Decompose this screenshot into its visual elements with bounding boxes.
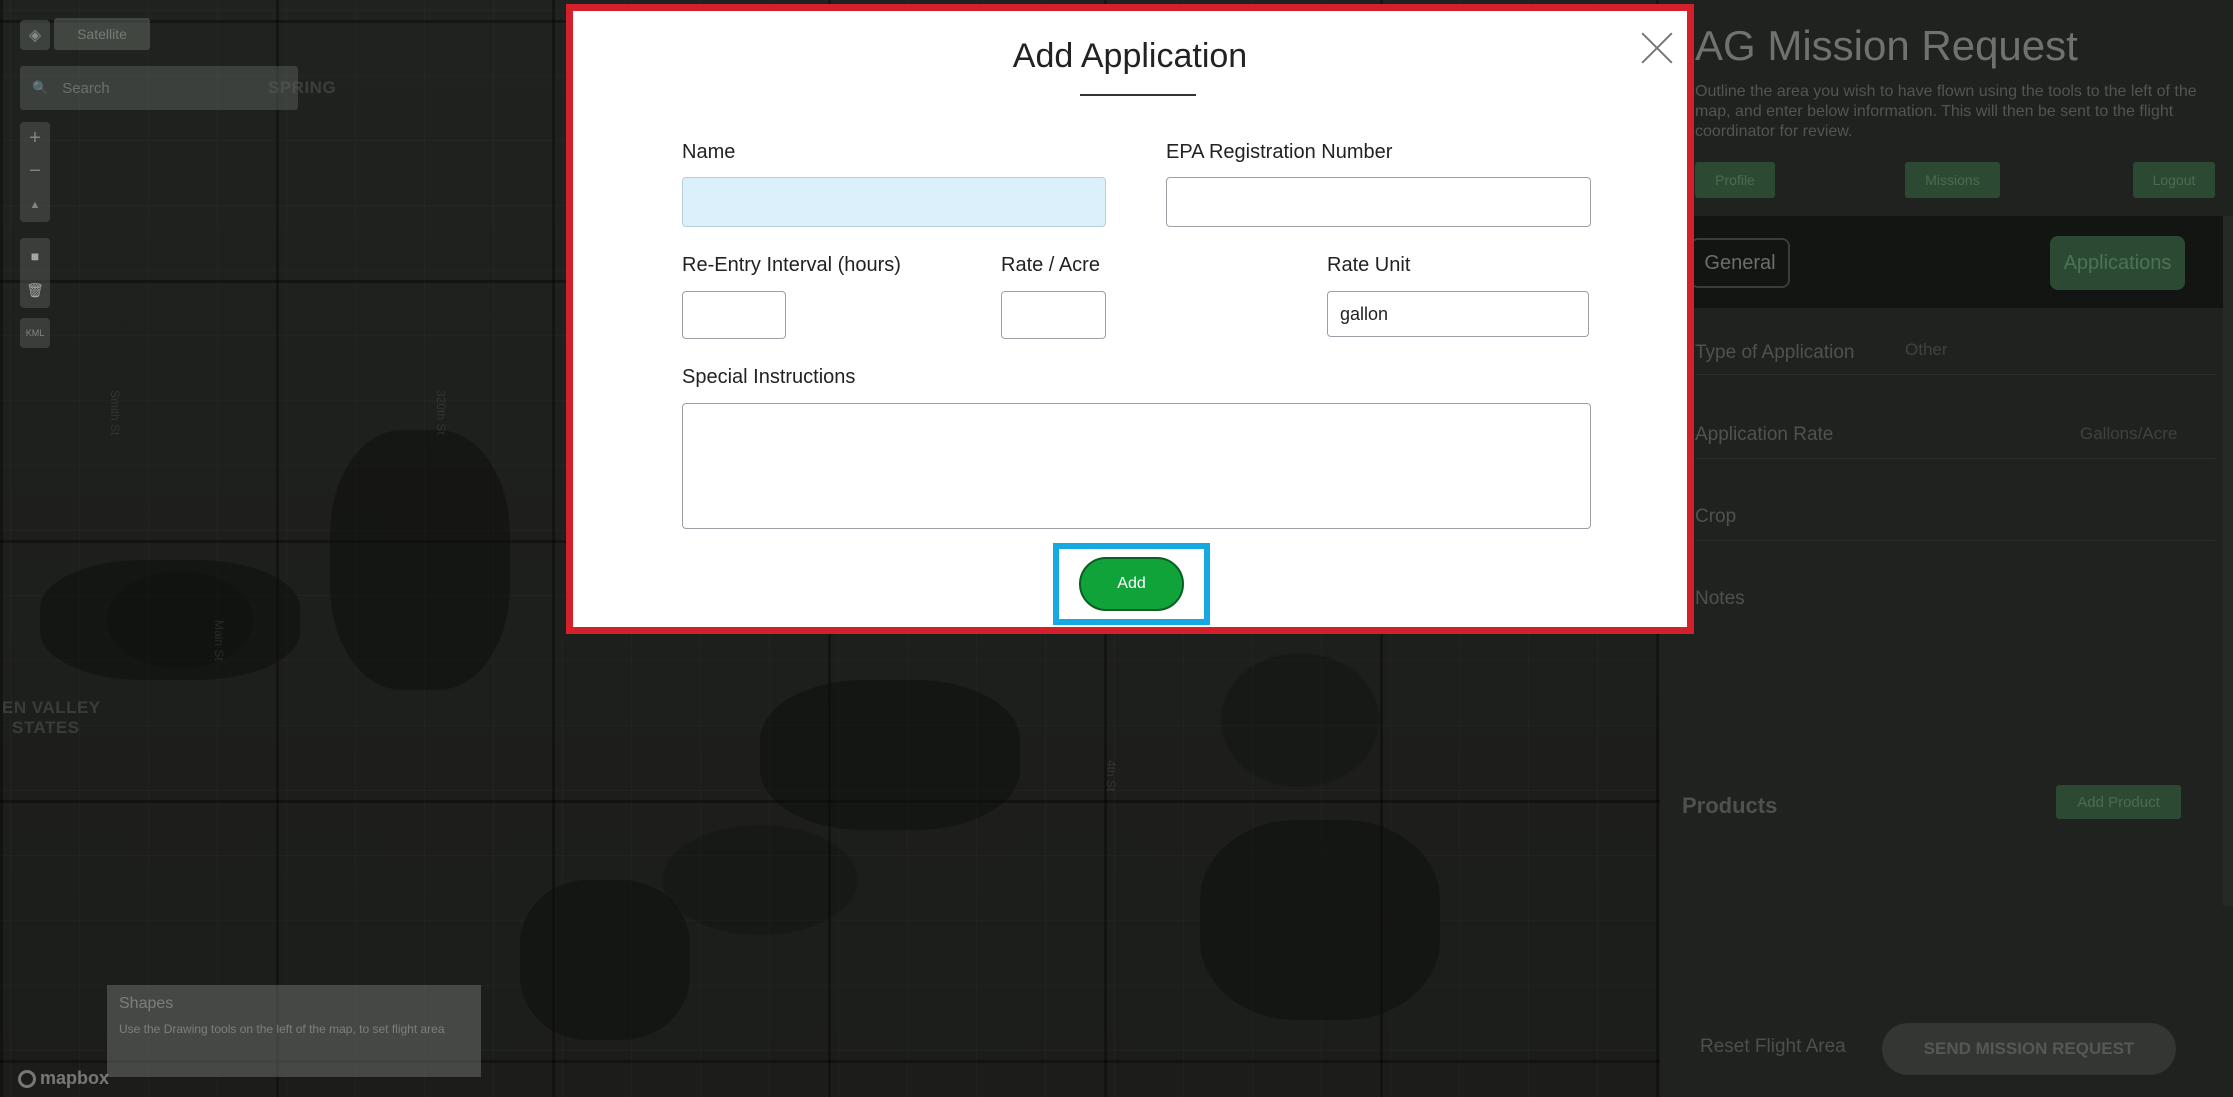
panel-scrollbar[interactable] (2223, 216, 2233, 906)
tab-general[interactable]: General (1690, 238, 1790, 288)
products-heading: Products (1682, 793, 1778, 818)
application-rate-unit[interactable]: Gallons/Acre (2080, 424, 2177, 444)
row-divider (1695, 540, 2215, 541)
missions-button[interactable]: Missions (1905, 162, 2000, 198)
mission-request-panel: AG Mission Request Outline the area you … (1660, 0, 2233, 1097)
modal-title: Add Application (1012, 37, 1248, 75)
row-label-notes: Notes (1695, 588, 1745, 609)
map-search-input[interactable]: 🔍 Search (20, 66, 298, 110)
reentry-label: Re-Entry Interval (hours) (682, 254, 901, 276)
row-divider (1695, 374, 2215, 375)
draw-polygon-button[interactable]: ■ (20, 238, 50, 273)
app-root: SPRING EN VALLEY STATES Smith St 320th S… (0, 0, 2233, 1097)
epa-label: EPA Registration Number (1166, 141, 1393, 163)
trash-icon: 🗑 (26, 282, 44, 298)
mapbox-attribution: mapbox (40, 1068, 110, 1088)
polygon-icon: ■ (30, 247, 40, 264)
compass-button[interactable]: ▲ (20, 189, 50, 222)
kml-button[interactable]: KML (20, 318, 50, 348)
trash-button[interactable]: 🗑 (20, 273, 50, 308)
satellite-toggle[interactable]: Satellite (54, 18, 150, 50)
rate-label: Rate / Acre (1001, 254, 1100, 276)
row-label-type: Type of Application (1695, 342, 1855, 363)
reset-flight-area-button[interactable]: Reset Flight Area (1700, 1036, 1846, 1058)
panel-title: AG Mission Request (1695, 22, 2078, 69)
add-product-button[interactable]: Add Product (2056, 785, 2181, 819)
draw-controls: ■ 🗑 (20, 238, 50, 308)
profile-button[interactable]: Profile (1695, 162, 1775, 198)
shapes-title: Shapes (119, 995, 174, 1012)
zoom-out-button[interactable]: − (20, 155, 50, 188)
mapbox-logo[interactable]: mapbox (18, 1068, 109, 1089)
tab-applications[interactable]: Applications (2050, 236, 2185, 290)
special-instructions-label: Special Instructions (682, 366, 856, 388)
add-button[interactable]: Add (1079, 557, 1184, 611)
layers-button[interactable]: ◈ (20, 20, 50, 50)
name-input[interactable] (682, 177, 1106, 227)
layers-icon: ◈ (28, 27, 42, 44)
zoom-controls: + − ▲ (20, 122, 50, 222)
search-placeholder: Search (62, 79, 110, 97)
row-label-crop: Crop (1695, 506, 1737, 527)
title-underline (1080, 94, 1196, 96)
rate-unit-input[interactable] (1327, 291, 1589, 337)
name-label: Name (682, 141, 736, 163)
row-label-rate: Application Rate (1695, 424, 1834, 445)
type-of-application-select[interactable]: Other (1905, 340, 1948, 360)
logout-button[interactable]: Logout (2133, 162, 2215, 198)
row-divider (1695, 458, 2215, 459)
send-mission-request-button[interactable]: SEND MISSION REQUEST (1882, 1023, 2176, 1075)
search-icon: 🔍 (32, 80, 49, 95)
special-instructions-textarea[interactable] (682, 403, 1591, 529)
shapes-description: Use the Drawing tools on the left of the… (119, 1022, 445, 1036)
mapbox-icon (18, 1069, 36, 1088)
close-icon[interactable] (1640, 31, 1674, 65)
rate-per-acre-input[interactable] (1001, 291, 1106, 339)
zoom-in-button[interactable]: + (20, 122, 50, 155)
epa-registration-input[interactable] (1166, 177, 1591, 227)
panel-description: Outline the area you wish to have flown … (1695, 83, 2197, 140)
add-application-modal: Add Application Name EPA Registration Nu… (566, 4, 1694, 634)
rate-unit-label: Rate Unit (1327, 254, 1411, 276)
shapes-info-box: Shapes Use the Drawing tools on the left… (107, 985, 481, 1077)
reentry-interval-input[interactable] (682, 291, 786, 339)
